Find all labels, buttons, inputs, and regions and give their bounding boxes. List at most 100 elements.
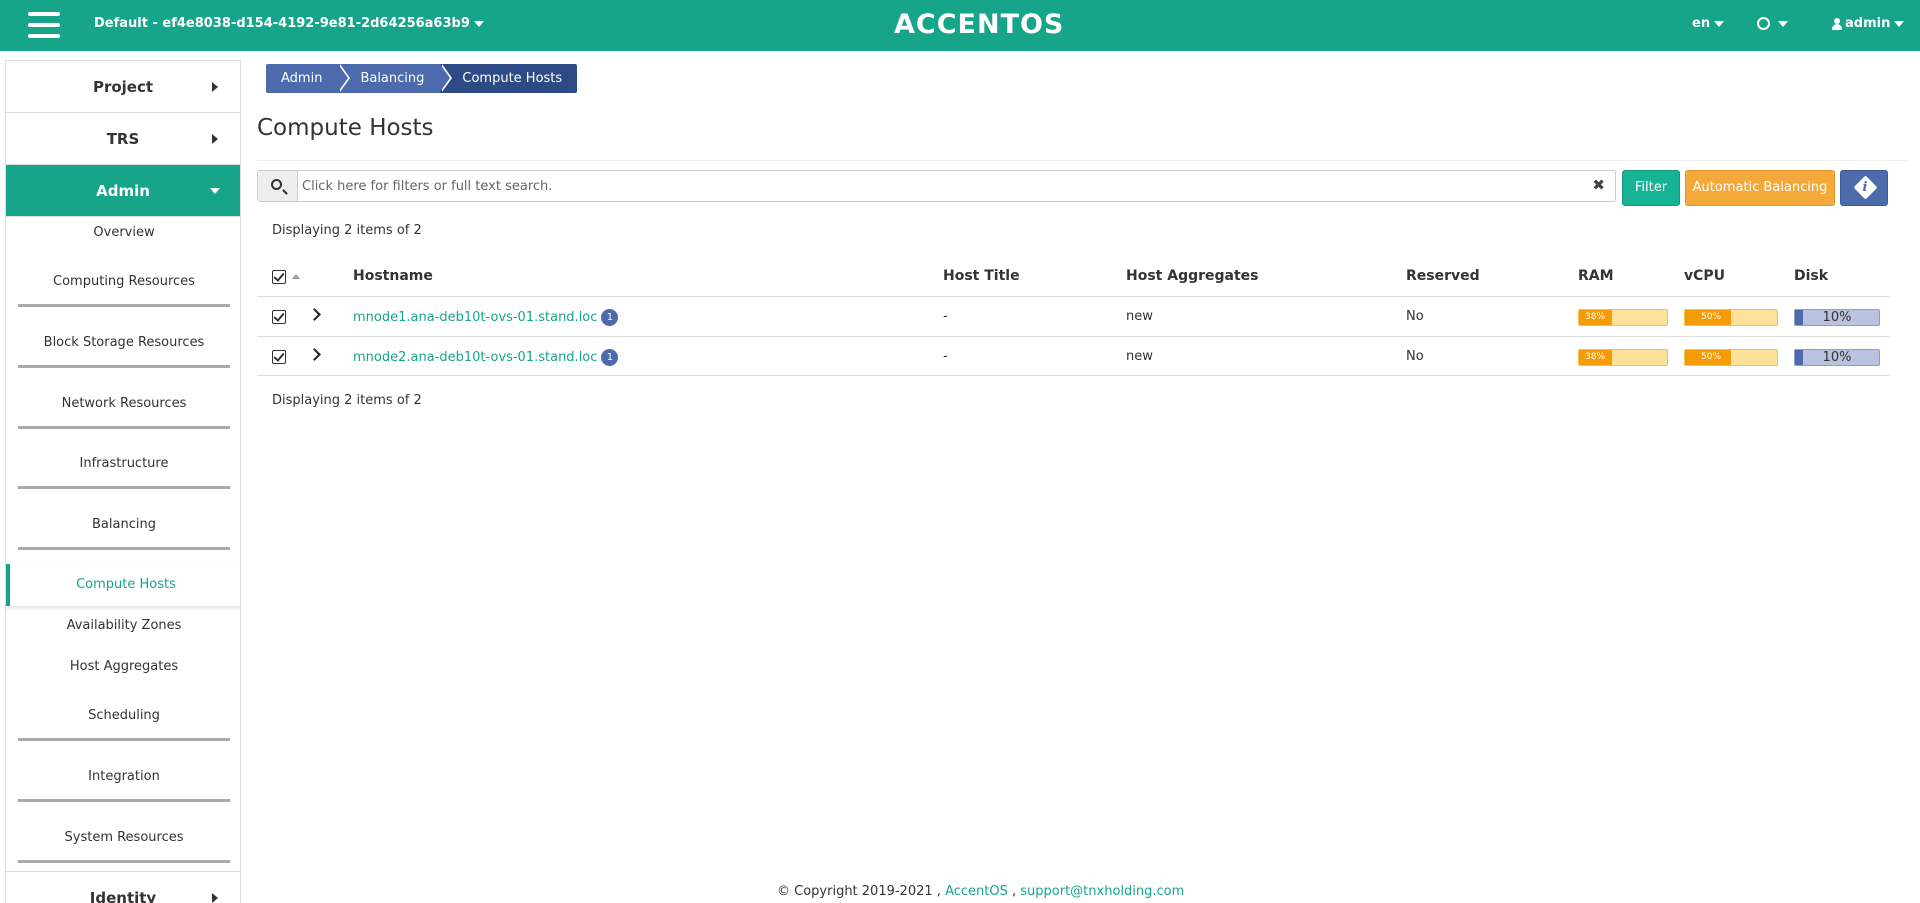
- sidebar-item-label: Infrastructure: [79, 456, 169, 471]
- column-header-vcpu[interactable]: vCPU: [1684, 268, 1725, 284]
- host-title-cell: -: [943, 309, 948, 324]
- language-selector[interactable]: en: [1692, 16, 1725, 31]
- language-label: en: [1692, 16, 1711, 31]
- items-count-top: Displaying 2 items of 2: [272, 223, 422, 238]
- search-input[interactable]: [302, 175, 1552, 197]
- footer-brand-link[interactable]: AccentOS: [945, 884, 1008, 899]
- sidebar-section-admin[interactable]: Admin: [6, 165, 240, 217]
- sidebar-item-label: Network Resources: [61, 396, 187, 411]
- title-divider: [257, 160, 1907, 161]
- sidebar-item-balancing[interactable]: Balancing: [6, 517, 240, 550]
- sidebar-item-compute-hosts[interactable]: Compute Hosts: [6, 564, 240, 606]
- expand-row-icon[interactable]: [308, 348, 321, 361]
- host-aggregates-cell: new: [1126, 309, 1153, 324]
- sidebar-item-scheduling[interactable]: Scheduling: [6, 708, 240, 741]
- sort-asc-icon[interactable]: [292, 274, 300, 279]
- sidebar-item-label: Overview: [93, 225, 155, 240]
- filter-button[interactable]: Filter: [1622, 170, 1680, 206]
- search-icon: [271, 179, 282, 190]
- footer-copyright: © Copyright 2019-2021 ,: [777, 884, 941, 899]
- sidebar-section-project[interactable]: Project: [6, 61, 240, 113]
- chevron-right-icon: [212, 893, 218, 903]
- hostname-link[interactable]: mnode2.ana-deb10t-ovs-01.stand.loc: [353, 350, 597, 365]
- logo: ACCENTOS: [894, 9, 1065, 40]
- disk-usage-label: 10%: [1822, 310, 1852, 325]
- sidebar-section-label: TRS: [106, 129, 140, 148]
- sidebar-item-system-resources[interactable]: System Resources: [6, 830, 240, 863]
- reserved-cell: No: [1406, 349, 1424, 364]
- table-row: mnode1.ana-deb10t-ovs-01.stand.loc 1 - ne…: [257, 296, 1889, 336]
- count-badge: 1: [601, 309, 619, 326]
- reserved-cell: No: [1406, 309, 1424, 324]
- project-name: Default - ef4e8038-d154-4192-9e81-2d6425…: [94, 16, 470, 31]
- sidebar-section-label: Project: [92, 77, 154, 96]
- chevron-down-icon: [1714, 20, 1725, 27]
- automatic-balancing-button[interactable]: Automatic Balancing: [1685, 170, 1835, 206]
- breadcrumb-admin[interactable]: Admin: [266, 64, 351, 93]
- user-menu[interactable]: admin: [1832, 16, 1905, 31]
- host-aggregates-cell: new: [1126, 349, 1153, 364]
- chevron-right-icon: [212, 82, 218, 92]
- vcpu-usage-label: 50%: [1701, 352, 1722, 362]
- info-button[interactable]: i: [1840, 170, 1888, 206]
- sidebar-section-identity[interactable]: Identity: [6, 871, 240, 903]
- top-navbar: Default - ef4e8038-d154-4192-9e81-2d6425…: [0, 0, 1920, 51]
- expand-row-icon[interactable]: [308, 308, 321, 321]
- sidebar-item-overview[interactable]: Overview: [6, 225, 240, 249]
- items-count-bottom: Displaying 2 items of 2: [272, 393, 422, 408]
- column-header-hostname[interactable]: Hostname: [353, 268, 433, 284]
- footer-support-email-link[interactable]: support@tnxholding.com: [1020, 884, 1184, 899]
- host-title-cell: -: [943, 349, 948, 364]
- chevron-right-icon: [212, 134, 218, 144]
- menu-icon[interactable]: [28, 12, 60, 39]
- project-selector[interactable]: Default - ef4e8038-d154-4192-9e81-2d6425…: [94, 16, 484, 31]
- breadcrumb-balancing[interactable]: Balancing: [338, 64, 453, 93]
- sidebar-section-label: Identity: [89, 888, 157, 903]
- column-header-reserved[interactable]: Reserved: [1406, 268, 1480, 284]
- sidebar-section-trs[interactable]: TRS: [6, 113, 240, 165]
- ram-usage-bar: 38%: [1578, 309, 1668, 326]
- search-bar: ✖: [257, 170, 1616, 202]
- vcpu-usage-bar: 50%: [1684, 309, 1778, 326]
- sidebar-item-integration[interactable]: Integration: [6, 769, 240, 802]
- user-icon: [1832, 17, 1842, 30]
- sidebar-item-label: Scheduling: [88, 708, 160, 723]
- count-badge: 1: [601, 349, 619, 366]
- sidebar-item-infrastructure[interactable]: Infrastructure: [6, 456, 240, 489]
- sidebar-item-label: Computing Resources: [53, 274, 195, 289]
- footer-separator: ,: [1011, 884, 1017, 899]
- theme-selector[interactable]: [1757, 16, 1788, 31]
- user-name: admin: [1845, 16, 1891, 31]
- sidebar-item-network-resources[interactable]: Network Resources: [6, 396, 240, 429]
- info-glyph: i: [1862, 180, 1868, 195]
- sidebar: Project TRS Admin Overview Computing Res…: [5, 60, 241, 903]
- sidebar-item-label: Block Storage Resources: [43, 335, 205, 350]
- ram-usage-label: 38%: [1585, 312, 1606, 322]
- column-header-host-aggregates[interactable]: Host Aggregates: [1126, 268, 1259, 284]
- vcpu-usage-bar: 50%: [1684, 349, 1778, 366]
- sidebar-item-label: Balancing: [92, 517, 156, 532]
- chevron-down-icon: [473, 20, 484, 27]
- footer: © Copyright 2019-2021 , AccentOS , suppo…: [777, 884, 1184, 899]
- sidebar-item-availability-zones[interactable]: Availability Zones: [6, 618, 240, 642]
- hostname-link[interactable]: mnode1.ana-deb10t-ovs-01.stand.loc: [353, 310, 597, 325]
- column-header-host-title[interactable]: Host Title: [943, 268, 1020, 284]
- column-header-ram[interactable]: RAM: [1578, 268, 1614, 284]
- column-header-disk[interactable]: Disk: [1794, 268, 1828, 284]
- sidebar-item-computing-resources[interactable]: Computing Resources: [6, 274, 240, 307]
- row-checkbox[interactable]: [272, 310, 286, 324]
- sidebar-item-host-aggregates[interactable]: Host Aggregates: [6, 659, 240, 683]
- disk-usage-bar: 10%: [1794, 349, 1880, 366]
- ram-usage-label: 38%: [1585, 352, 1606, 362]
- breadcrumb-compute-hosts[interactable]: Compute Hosts: [440, 64, 578, 93]
- sidebar-item-label: System Resources: [64, 830, 184, 845]
- chevron-down-icon: [210, 188, 220, 194]
- clear-icon[interactable]: ✖: [1592, 176, 1605, 194]
- chevron-down-icon: [1778, 20, 1788, 27]
- sidebar-item-block-storage[interactable]: Block Storage Resources: [6, 335, 240, 368]
- sidebar-item-label: Availability Zones: [66, 618, 182, 633]
- row-checkbox[interactable]: [272, 350, 286, 364]
- select-all-checkbox[interactable]: [272, 270, 286, 284]
- vcpu-usage-label: 50%: [1701, 312, 1722, 322]
- chevron-down-icon: [1894, 20, 1905, 27]
